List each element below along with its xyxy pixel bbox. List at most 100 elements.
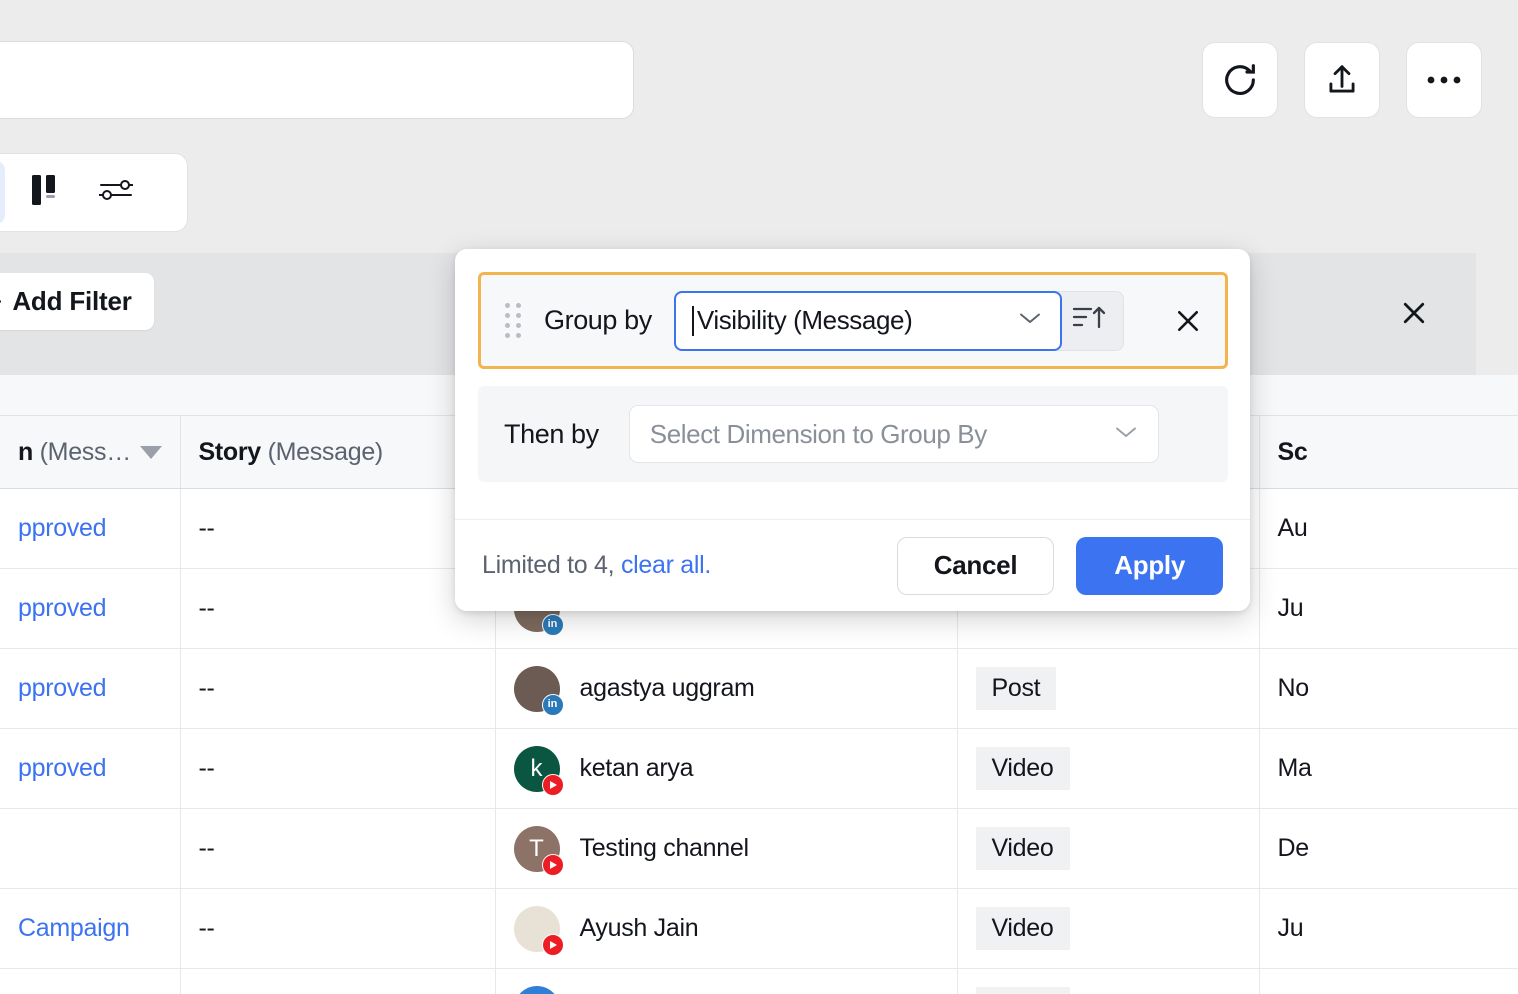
column-header-label: Sc — [1277, 437, 1308, 466]
avatar-image: J — [513, 985, 560, 994]
cell-schedule — [1259, 968, 1518, 994]
cell-story: -- — [180, 648, 496, 729]
cell-schedule: Au — [1259, 488, 1518, 569]
cell-account[interactable]: Ayush Jain — [495, 888, 958, 969]
cancel-button[interactable]: Cancel — [896, 536, 1055, 595]
account-cell: k ketan arya — [513, 745, 939, 796]
cell-status[interactable]: pproved — [0, 728, 181, 809]
column-header-story[interactable]: Story (Message) — [180, 415, 496, 489]
status-link[interactable]: pproved — [18, 674, 107, 702]
column-header-schedule[interactable]: Sc — [1259, 415, 1518, 489]
toolbar-row: Lifetime — [0, 137, 1518, 368]
top-action-group — [1202, 42, 1482, 118]
story-value: -- — [198, 754, 215, 782]
board-view-button[interactable] — [11, 161, 77, 224]
dialog-buttons: Cancel Apply — [896, 536, 1223, 595]
cell-schedule: Ma — [1259, 728, 1518, 809]
cell-account[interactable]: JJohn D — [495, 968, 958, 994]
filter-bar-edge — [1458, 253, 1476, 375]
avatar: T — [513, 825, 564, 876]
cell-story: -- — [180, 488, 496, 569]
sort-ascending-icon — [1072, 304, 1106, 337]
chevron-down-icon[interactable] — [139, 445, 162, 459]
account-cell: in agastya uggram — [513, 665, 939, 716]
cell-account[interactable]: in agastya uggram — [495, 648, 958, 729]
export-button[interactable] — [1304, 42, 1380, 118]
group-by-rule-row: Group by Visibility (Message) — [478, 272, 1228, 369]
story-value: -- — [198, 914, 215, 942]
add-filter-button[interactable]: + Add Filter — [0, 273, 154, 330]
list-view-button[interactable] — [0, 161, 5, 224]
cell-schedule: De — [1259, 808, 1518, 889]
group-by-sort-toggle[interactable] — [1055, 290, 1124, 351]
group-by-select-group: Visibility (Message) — [673, 290, 1124, 351]
dialog-footer: Limited to 4, clear all. Cancel Apply — [455, 519, 1250, 611]
type-chip: Video — [975, 907, 1070, 950]
account-name: Testing channel — [579, 834, 750, 862]
clear-all-link[interactable]: clear all. — [621, 551, 711, 579]
account-cell: JJohn D — [513, 985, 939, 994]
table-row[interactable]: JJohn D Video — [0, 968, 1518, 994]
cell-account[interactable]: k ketan arya — [495, 728, 958, 809]
story-value: -- — [198, 514, 215, 542]
status-link[interactable]: pproved — [18, 594, 107, 622]
cell-status[interactable] — [0, 808, 181, 889]
cell-schedule: No — [1259, 648, 1518, 729]
cell-status[interactable]: pproved — [0, 568, 181, 649]
cell-story: -- — [180, 568, 496, 649]
avatar — [513, 905, 564, 956]
cell-status[interactable]: pproved — [0, 488, 181, 569]
status-link[interactable]: pproved — [18, 514, 107, 542]
close-icon — [1403, 302, 1425, 324]
drag-handle-icon[interactable] — [505, 302, 522, 339]
table-row[interactable]: pproved -- k ketan arya Video Ma — [0, 728, 1518, 809]
type-chip: Post — [975, 667, 1057, 710]
cell-account[interactable]: T Testing channel — [495, 808, 958, 889]
top-bar — [0, 0, 1518, 137]
schedule-value: De — [1277, 834, 1310, 862]
group-by-label: Group by — [544, 305, 652, 335]
table-row[interactable]: pproved -- in agastya uggram Post No — [0, 648, 1518, 729]
schedule-value: Ma — [1277, 754, 1312, 782]
cell-status[interactable]: Campaign — [0, 888, 181, 969]
avatar: J — [513, 985, 560, 994]
story-value: -- — [198, 834, 215, 862]
close-icon — [1177, 310, 1198, 331]
story-value: -- — [198, 674, 215, 702]
refresh-button[interactable] — [1202, 42, 1278, 118]
cell-story: -- — [180, 728, 496, 809]
type-chip: Video — [975, 827, 1070, 870]
linkedin-badge-icon: in — [541, 613, 564, 636]
table-row[interactable]: Campaign -- Ayush Jain Video Ju — [0, 888, 1518, 969]
cell-type: Video — [957, 968, 1260, 994]
schedule-value: Ju — [1277, 914, 1304, 942]
remove-group-by-rule-button[interactable] — [1168, 301, 1208, 341]
table-row[interactable]: -- T Testing channel Video De — [0, 808, 1518, 889]
cell-type: Video — [957, 808, 1260, 889]
then-by-rule-row: Then by Select Dimension to Group By — [478, 386, 1228, 482]
add-filter-label: Add Filter — [12, 286, 132, 316]
column-header-label: n (Mess… — [18, 437, 131, 466]
group-by-dimension-select[interactable]: Visibility (Message) — [673, 290, 1062, 351]
schedule-value: No — [1277, 674, 1310, 702]
cell-status[interactable]: pproved — [0, 648, 181, 729]
status-link[interactable]: Campaign — [18, 914, 130, 942]
more-options-button[interactable] — [1406, 42, 1482, 118]
ellipsis-icon — [1425, 74, 1463, 86]
cell-story — [180, 968, 496, 994]
upload-icon — [1323, 61, 1361, 99]
status-link[interactable]: pproved — [18, 754, 107, 782]
filter-bar-gutter — [1476, 253, 1518, 375]
then-by-dimension-select[interactable]: Select Dimension to Group By — [628, 405, 1159, 463]
account-name: Ayush Jain — [579, 914, 699, 942]
then-by-label: Then by — [504, 418, 599, 449]
limit-note: Limited to 4, clear all. — [482, 551, 711, 580]
search-input[interactable] — [0, 41, 634, 119]
cell-status[interactable] — [0, 968, 181, 994]
apply-button[interactable]: Apply — [1076, 536, 1223, 595]
clear-filters-button[interactable] — [1396, 295, 1432, 331]
account-cell: Ayush Jain — [513, 905, 939, 956]
view-settings-button[interactable] — [83, 161, 149, 224]
column-header-status[interactable]: n (Mess… — [0, 415, 181, 489]
story-value: -- — [198, 594, 215, 622]
